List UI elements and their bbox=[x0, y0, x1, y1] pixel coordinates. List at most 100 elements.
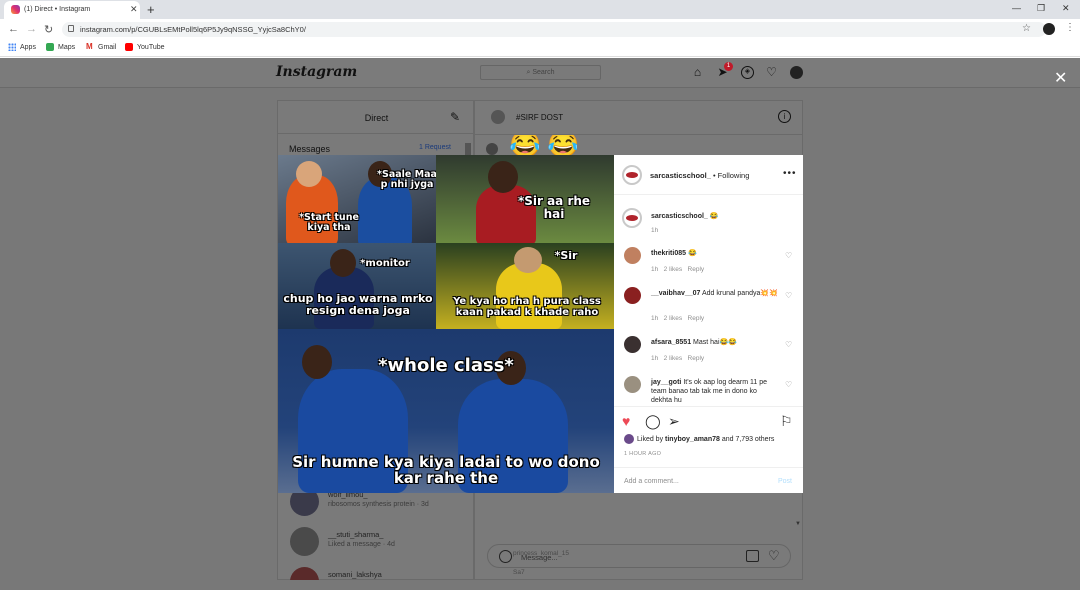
ig-header: Instagram ⌕ Search ⌂ ➤ 1 ◈ ♡ bbox=[0, 58, 1080, 88]
conversation-item[interactable]: somani_lakshya bbox=[290, 567, 470, 580]
liked-heart-icon[interactable]: ♥ bbox=[622, 413, 630, 429]
direct-title: Direct bbox=[278, 101, 475, 134]
restore-icon[interactable]: ❐ bbox=[1037, 3, 1045, 14]
save-bookmark-icon[interactable]: ⚐ bbox=[780, 413, 793, 430]
laughing-emoji-icon: 😂 bbox=[547, 135, 577, 155]
messages-label: Messages bbox=[289, 144, 331, 154]
new-tab-icon[interactable]: + bbox=[147, 2, 155, 17]
bookmark-maps[interactable]: Maps bbox=[46, 43, 75, 51]
liker-avatar bbox=[624, 434, 634, 444]
post-timestamp: 1 HOUR AGO bbox=[624, 451, 662, 457]
comment-like-heart-icon[interactable]: ♡ bbox=[785, 251, 792, 260]
bookmark-youtube[interactable]: YouTube bbox=[125, 43, 165, 51]
bookmark-star-icon[interactable]: ☆ bbox=[1022, 23, 1031, 34]
chat-message: Sa7 bbox=[513, 569, 525, 576]
ig-profile-avatar[interactable] bbox=[790, 66, 803, 79]
message-input[interactable]: Message... ♡ bbox=[487, 544, 791, 568]
url-text: instagram.com/p/CGUBLsEMtPoll5lq6P5Jy9qN… bbox=[80, 25, 306, 34]
meme-caption: *Start tune kiya tha bbox=[299, 212, 359, 233]
requests-link[interactable]: 1 Request bbox=[419, 144, 451, 151]
comment-like-heart-icon[interactable]: ♡ bbox=[785, 380, 792, 389]
tab-title: (1) Direct • Instagram bbox=[24, 6, 91, 13]
instagram-logo[interactable]: Instagram bbox=[276, 64, 357, 80]
avatar bbox=[290, 567, 319, 580]
meme-panel-1: *Saale Maa p nhi jyga *Start tune kiya t… bbox=[278, 155, 436, 243]
meme-panel-5: *whole class* Sir humne kya kiya ladai t… bbox=[278, 329, 614, 493]
player-head bbox=[488, 161, 518, 193]
explore-icon[interactable]: ◈ bbox=[741, 66, 754, 79]
laughing-emoji-icon: 😂 bbox=[509, 135, 539, 155]
back-icon[interactable]: ← bbox=[8, 23, 19, 35]
browser-tab[interactable]: (1) Direct • Instagram ✕ bbox=[4, 1, 140, 19]
post-header: sarcasticschool_ • Following ••• bbox=[614, 155, 803, 195]
bookmark-gmail[interactable]: M Gmail bbox=[86, 43, 116, 51]
info-icon[interactable]: i bbox=[778, 110, 791, 123]
author-avatar[interactable] bbox=[622, 208, 642, 228]
comment-like-heart-icon[interactable]: ♡ bbox=[785, 340, 792, 349]
youtube-icon bbox=[125, 43, 133, 51]
home-icon[interactable]: ⌂ bbox=[691, 66, 704, 79]
forward-icon[interactable]: → bbox=[26, 23, 37, 35]
post-actions: ♥ ◯ ➢ ⚐ Liked by tinyboy_aman78 and 7,79… bbox=[614, 406, 803, 493]
post-comment-button[interactable]: Post bbox=[778, 478, 792, 485]
sender-avatar bbox=[486, 143, 498, 155]
conversation-item[interactable]: __stuti_sharma_ Liked a message · 4d bbox=[290, 527, 470, 557]
notification-badge: 1 bbox=[724, 62, 733, 71]
meme-caption: *Sir aa rhe hai bbox=[517, 194, 591, 221]
instagram-favicon-icon bbox=[11, 5, 20, 14]
author-avatar[interactable] bbox=[622, 165, 642, 185]
comment-icon[interactable]: ◯ bbox=[645, 413, 661, 430]
search-input[interactable]: ⌕ Search bbox=[480, 65, 601, 80]
meme-caption: *Sir bbox=[554, 249, 578, 262]
image-upload-icon[interactable] bbox=[746, 550, 759, 562]
commenter-avatar[interactable] bbox=[624, 247, 641, 264]
comment: jay__goti It's ok aap log dearm 11 pe te… bbox=[622, 376, 797, 404]
address-bar-row: ← → ↻ instagram.com/p/CGUBLsEMtPoll5lq6P… bbox=[0, 19, 1080, 39]
bookmarks-bar: Apps Maps M Gmail YouTube bbox=[0, 39, 1080, 57]
gmail-icon: M bbox=[86, 42, 93, 51]
like-heart-icon[interactable]: ♡ bbox=[768, 548, 780, 564]
reload-icon[interactable]: ↻ bbox=[44, 23, 53, 36]
tab-close-icon[interactable]: ✕ bbox=[130, 4, 138, 15]
reply-link[interactable]: Reply bbox=[688, 266, 705, 273]
minimize-icon[interactable]: — bbox=[1012, 3, 1021, 13]
liked-by: Liked by tinyboy_aman78 and 7,793 others bbox=[624, 434, 774, 444]
comment-likes[interactable]: 2 likes bbox=[664, 315, 682, 322]
close-modal-icon[interactable]: ✕ bbox=[1054, 68, 1067, 88]
commenter-avatar[interactable] bbox=[624, 336, 641, 353]
post-image[interactable]: *Saale Maa p nhi jyga *Start tune kiya t… bbox=[278, 155, 614, 493]
reply-link[interactable]: Reply bbox=[688, 355, 705, 362]
add-comment-field[interactable]: Add a comment... Post bbox=[614, 467, 803, 494]
avatar bbox=[290, 527, 319, 556]
player-head bbox=[296, 161, 322, 187]
browser-tab-bar: (1) Direct • Instagram ✕ + — ❐ ✕ bbox=[0, 0, 1080, 19]
bookmark-apps[interactable]: Apps bbox=[8, 43, 36, 51]
more-options-icon[interactable]: ••• bbox=[783, 168, 797, 179]
meme-caption: *Saale Maa p nhi jyga bbox=[377, 169, 436, 190]
compose-icon[interactable]: ✎ bbox=[450, 110, 460, 124]
window-close-icon[interactable]: ✕ bbox=[1062, 3, 1070, 14]
commenter-avatar[interactable] bbox=[624, 287, 641, 304]
meme-panel-2: *Sir aa rhe hai bbox=[436, 155, 614, 243]
comment-likes[interactable]: 2 likes bbox=[664, 355, 682, 362]
activity-heart-icon[interactable]: ♡ bbox=[765, 66, 778, 79]
following-label[interactable]: • Following bbox=[713, 171, 749, 180]
chat-title[interactable]: #SIRF DOST bbox=[516, 113, 563, 122]
profile-avatar[interactable] bbox=[1043, 23, 1055, 35]
comment-likes[interactable]: 2 likes bbox=[664, 266, 682, 273]
comment-like-heart-icon[interactable]: ♡ bbox=[785, 291, 792, 300]
browser-menu-icon[interactable]: ⋮ bbox=[1065, 22, 1075, 33]
group-avatar bbox=[491, 110, 505, 124]
url-field[interactable]: instagram.com/p/CGUBLsEMtPoll5lq6P5Jy9qN… bbox=[62, 22, 1046, 37]
post-side-panel: sarcasticschool_ • Following ••• sarcast… bbox=[614, 155, 803, 493]
lock-icon bbox=[68, 25, 74, 32]
meme-caption: Sir humne kya kiya ladai to wo dono kar … bbox=[292, 453, 600, 487]
apps-grid-icon bbox=[8, 43, 16, 51]
chat-scroll-arrow-icon[interactable]: ▼ bbox=[795, 521, 801, 527]
commenter-avatar[interactable] bbox=[624, 376, 641, 393]
author-username[interactable]: sarcasticschool_ bbox=[650, 171, 711, 180]
reply-link[interactable]: Reply bbox=[688, 315, 705, 322]
emoji-picker-icon[interactable] bbox=[499, 550, 512, 563]
likes-count[interactable]: and 7,793 others bbox=[722, 436, 775, 443]
share-icon[interactable]: ➢ bbox=[668, 413, 680, 430]
